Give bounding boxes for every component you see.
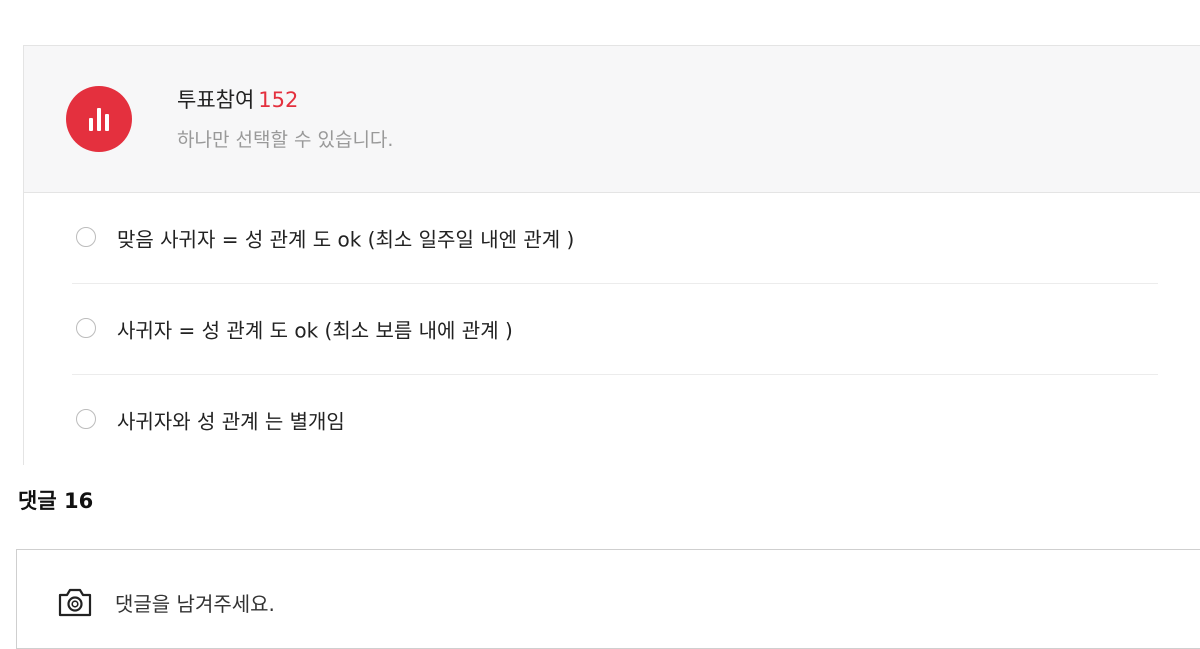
poll-option-label[interactable]: 사귀자 = 성 관계 도 ok (최소 보름 내에 관계 ) <box>117 315 513 344</box>
poll-option-radio[interactable] <box>76 227 96 247</box>
poll-option[interactable]: 맞음 사귀자 = 성 관계 도 ok (최소 일주일 내엔 관계 ) <box>72 193 1158 284</box>
poll-option-label[interactable]: 맞음 사귀자 = 성 관계 도 ok (최소 일주일 내엔 관계 ) <box>117 224 574 253</box>
camera-icon[interactable] <box>57 586 93 618</box>
poll-option-radio[interactable] <box>76 409 96 429</box>
poll-title: 투표참여 152 <box>177 84 298 114</box>
poll-option[interactable]: 사귀자와 성 관계 는 별개임 <box>72 375 1158 465</box>
poll-participant-count: 152 <box>258 88 299 112</box>
comment-input-box[interactable]: 댓글을 남겨주세요. <box>16 549 1200 649</box>
bar-chart-icon <box>66 86 132 152</box>
comments-header: 댓글 16 <box>18 489 94 513</box>
poll-option[interactable]: 사귀자 = 성 관계 도 ok (최소 보름 내에 관계 ) <box>72 284 1158 375</box>
poll-subtitle: 하나만 선택할 수 있습니다. <box>177 129 394 151</box>
comment-input-placeholder[interactable]: 댓글을 남겨주세요. <box>115 588 275 617</box>
poll-option-radio[interactable] <box>76 318 96 338</box>
poll-card: 투표참여 152 하나만 선택할 수 있습니다. 맞음 사귀자 = 성 관계 도 … <box>23 45 1200 465</box>
poll-header: 투표참여 152 하나만 선택할 수 있습니다. <box>24 46 1200 193</box>
poll-option-label[interactable]: 사귀자와 성 관계 는 별개임 <box>117 406 345 435</box>
poll-title-text: 투표참여 <box>177 88 255 112</box>
